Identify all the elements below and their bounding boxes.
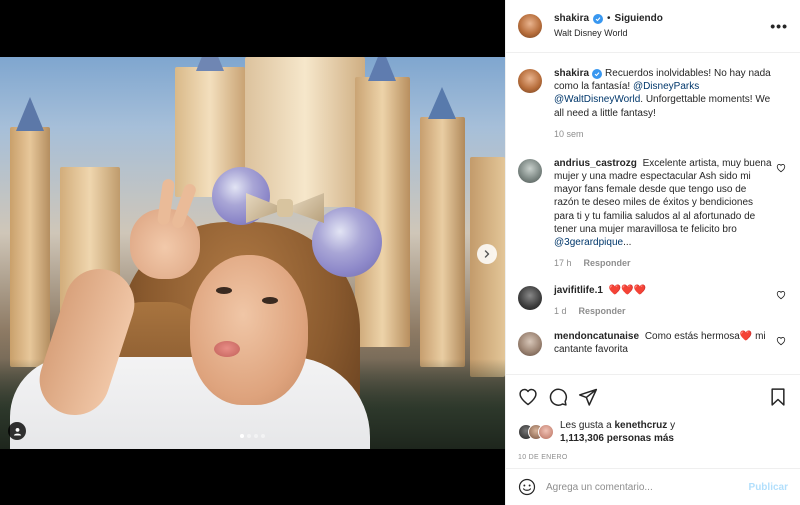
comment-like-heart-icon[interactable]	[776, 336, 786, 346]
publish-button[interactable]: Publicar	[749, 482, 788, 493]
smiley-icon[interactable]	[518, 478, 536, 496]
carousel-dot	[254, 434, 258, 438]
commenter-avatar[interactable]	[518, 158, 542, 183]
liker-avatars[interactable]	[518, 424, 556, 440]
caption: shakira Recuerdos inolvidables! No hay na…	[518, 67, 788, 139]
post-photo[interactable]	[0, 57, 505, 449]
comment-like-heart-icon[interactable]	[776, 290, 786, 300]
chevron-right-icon	[484, 250, 490, 258]
comment-item: mendoncatunaise Como estás hermosa❤️ mi …	[518, 330, 788, 357]
carousel-indicator	[0, 434, 505, 438]
comment-time[interactable]: 1 d	[554, 306, 567, 316]
instagram-post-dialog: shakira • Siguiendo Walt Disney World ••…	[0, 0, 800, 505]
post-side-panel: shakira • Siguiendo Walt Disney World ••…	[505, 0, 800, 505]
comments-list: shakira Recuerdos inolvidables! No hay na…	[506, 53, 800, 374]
lips	[214, 341, 240, 357]
comment-text: ❤️❤️❤️	[608, 285, 647, 297]
post-actions: Les gusta a kenethcruz y 1,113,306 perso…	[506, 374, 800, 461]
author-avatar-small[interactable]	[518, 69, 542, 93]
carousel-next-button[interactable]	[477, 244, 497, 264]
carousel-dot	[247, 434, 251, 438]
following-button[interactable]: Siguiendo	[615, 13, 663, 26]
comment-item: andrius_castrozg Excelente artista, muy …	[518, 157, 788, 268]
author-username[interactable]: shakira	[554, 13, 589, 26]
reply-button[interactable]: Responder	[579, 306, 626, 316]
caption-time[interactable]: 10 sem	[554, 129, 584, 139]
verified-badge-icon	[593, 14, 604, 25]
minnie-bow	[246, 187, 324, 227]
more-options-button[interactable]: •••	[770, 18, 788, 34]
separator-dot: •	[607, 13, 611, 25]
paper-plane-icon[interactable]	[578, 387, 598, 407]
commenter-avatar[interactable]	[518, 332, 542, 357]
comment-username[interactable]: andrius_castrozg	[554, 158, 637, 169]
comment-time[interactable]: 17 h	[554, 258, 572, 268]
face	[190, 255, 308, 405]
post-date[interactable]: 10 DE ENERO	[518, 454, 788, 461]
verified-badge-icon	[592, 69, 603, 79]
post-media	[0, 0, 505, 505]
likes-prefix: Les gusta a	[560, 420, 612, 431]
comment-input[interactable]	[546, 481, 749, 493]
mention-waltdisneyworld[interactable]: @WaltDisneyWorld	[554, 94, 640, 105]
mention-disneyparks[interactable]: @DisneyParks	[633, 81, 699, 92]
commenter-avatar[interactable]	[518, 286, 542, 311]
left-eye	[216, 287, 232, 294]
comment-text: Excelente artista, muy buena mujer y una…	[554, 157, 772, 235]
liker-username[interactable]: kenethcruz	[615, 420, 668, 431]
likes-joiner: y	[670, 420, 676, 431]
caption-username[interactable]: shakira	[554, 68, 589, 79]
carousel-dot	[240, 434, 244, 438]
reply-button[interactable]: Responder	[584, 258, 631, 268]
carousel-dot	[261, 434, 265, 438]
hand-peace-sign	[130, 178, 200, 279]
comment-ellipsis: ...	[623, 236, 632, 248]
post-header: shakira • Siguiendo Walt Disney World ••…	[506, 0, 800, 53]
comment-username[interactable]: mendoncatunaise	[554, 331, 639, 342]
likes-count[interactable]: 1,113,306 personas más	[560, 433, 674, 444]
comment-username[interactable]: javifitlife.1	[554, 285, 603, 296]
bookmark-icon[interactable]	[768, 387, 788, 407]
location-link[interactable]: Walt Disney World	[554, 28, 770, 39]
likes-summary: Les gusta a kenethcruz y 1,113,306 perso…	[518, 419, 788, 445]
right-eye	[262, 297, 278, 304]
comment-item: javifitlife.1 ❤️❤️❤️ 1 d Responder	[518, 284, 788, 316]
comment-bubble-icon[interactable]	[548, 387, 568, 407]
add-comment-bar: Publicar	[506, 468, 800, 505]
comment-like-heart-icon[interactable]	[776, 163, 786, 173]
author-avatar[interactable]	[518, 14, 542, 38]
mention-3gerardpique[interactable]: @3gerardpique	[554, 237, 623, 248]
heart-icon[interactable]	[518, 387, 538, 407]
